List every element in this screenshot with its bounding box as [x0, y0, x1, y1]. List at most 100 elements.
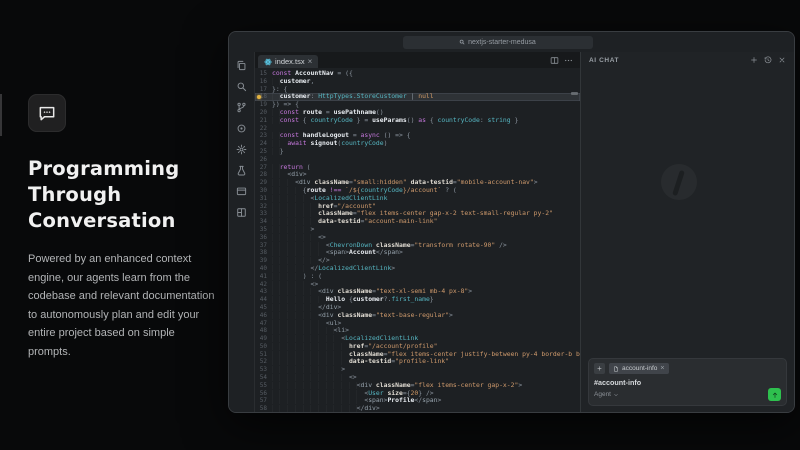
code-line: 44 Hello {customer?.first_name}	[255, 296, 580, 304]
chat-title: AI CHAT	[589, 57, 619, 64]
code-text: customer: HttpTypes.StoreCustomer | null	[272, 93, 580, 101]
chat-footer-row: Agent	[594, 388, 781, 401]
chat-input-text[interactable]: #account-info	[594, 378, 781, 387]
code-text: const { countryCode } = useParams() as {…	[272, 117, 580, 125]
code-line: 48 <li>	[255, 327, 580, 335]
chevron-down-icon	[613, 392, 619, 398]
line-number: 58	[255, 405, 272, 412]
code-line: 35 >	[255, 226, 580, 234]
code-text: return (	[272, 164, 580, 172]
tab-index-tsx[interactable]: index.tsx ×	[258, 55, 318, 68]
code-line: 51 className="flex items-center justify-…	[255, 351, 580, 359]
code-editor[interactable]: 15const AccountNav = ({16 customer,17}: …	[255, 68, 580, 412]
code-line: 25 }	[255, 148, 580, 156]
line-number: 37	[255, 242, 272, 250]
new-chat-button[interactable]	[750, 56, 758, 64]
code-line: 45 </div>	[255, 304, 580, 312]
line-number: 50	[255, 343, 272, 351]
tab-close-icon[interactable]: ×	[308, 57, 313, 66]
line-number: 18	[255, 93, 272, 101]
code-text: await signout(countryCode)	[272, 140, 580, 148]
line-number: 23	[255, 132, 272, 140]
code-line: 32 href="/account"	[255, 203, 580, 211]
add-context-button[interactable]: +	[594, 363, 605, 374]
code-text: <span>Account</span>	[272, 249, 580, 257]
code-line: 56 <User size={20} />	[255, 390, 580, 398]
code-line: 30 {route !== `/${countryCode}/account` …	[255, 187, 580, 195]
settings-icon[interactable]	[235, 143, 248, 156]
line-number: 56	[255, 390, 272, 398]
code-text: <div>	[272, 171, 580, 179]
line-number: 22	[255, 125, 272, 133]
line-number: 53	[255, 366, 272, 374]
code-line: 38 <span>Account</span>	[255, 249, 580, 257]
line-number: 54	[255, 374, 272, 382]
close-chat-button[interactable]	[778, 56, 786, 64]
line-number: 39	[255, 257, 272, 265]
code-text: <li>	[272, 327, 580, 335]
code-line: 28 <div>	[255, 171, 580, 179]
code-text: className="flex items-center justify-bet…	[272, 351, 580, 359]
code-text: <>	[272, 374, 580, 382]
chat-actions	[750, 56, 786, 64]
line-number: 30	[255, 187, 272, 195]
line-number: 26	[255, 156, 272, 164]
code-line: 58 </div>	[255, 405, 580, 412]
activity-bar	[229, 52, 254, 412]
code-line: 42 <>	[255, 281, 580, 289]
line-number: 41	[255, 273, 272, 281]
code-text: className="flex items-center gap-x-2 tex…	[272, 210, 580, 218]
project-search-bar[interactable]: nextjs-starter-medusa	[403, 36, 593, 49]
window-titlebar: nextjs-starter-medusa	[229, 32, 794, 52]
line-number: 55	[255, 382, 272, 390]
code-line: 50 href="/account/profile"	[255, 343, 580, 351]
preview-icon[interactable]	[235, 185, 248, 198]
chat-header: AI CHAT	[581, 52, 794, 68]
send-button[interactable]	[768, 388, 781, 401]
split-editor-button[interactable]	[550, 56, 559, 65]
chat-history-button[interactable]	[764, 56, 772, 64]
code-text: }) => {	[272, 101, 580, 109]
code-line: 39 </>	[255, 257, 580, 265]
code-text: <span>Profile</span>	[272, 397, 580, 405]
code-text: <>	[272, 234, 580, 242]
editor-window: nextjs-starter-medusa index.tsx × 15cons…	[228, 31, 795, 413]
code-text: <LocalizedClientLink	[272, 335, 580, 343]
editor-scrollbar[interactable]	[571, 92, 578, 95]
code-text: }	[272, 148, 580, 156]
ai-chat-panel: AI CHAT + account-info × #account-info	[580, 52, 794, 412]
code-text: const route = usePathname()	[272, 109, 580, 117]
code-line: 53 >	[255, 366, 580, 374]
code-text: <>	[272, 281, 580, 289]
agent-mode-dropdown[interactable]: Agent	[594, 391, 619, 398]
git-branch-icon[interactable]	[235, 101, 248, 114]
code-text: <LocalizedClientLink	[272, 195, 580, 203]
chip-label: account-info	[622, 365, 657, 372]
layout-icon[interactable]	[235, 206, 248, 219]
code-line: 43 <div className="text-xl-semi mb-4 px-…	[255, 288, 580, 296]
flask-icon[interactable]	[235, 164, 248, 177]
chip-close-icon[interactable]: ×	[660, 365, 664, 372]
line-number: 34	[255, 218, 272, 226]
line-number: 31	[255, 195, 272, 203]
marketing-panel: Programming Through Conversation Powered…	[28, 94, 220, 372]
more-options-button[interactable]	[564, 56, 573, 65]
code-text	[272, 125, 580, 133]
search-icon[interactable]	[235, 80, 248, 93]
code-text: <div className="small:hidden" data-testi…	[272, 179, 580, 187]
tab-actions	[550, 52, 580, 68]
line-number: 28	[255, 171, 272, 179]
code-text: href="/account"	[272, 203, 580, 211]
context-chip-account-info[interactable]: account-info ×	[609, 363, 669, 374]
debug-icon[interactable]	[235, 122, 248, 135]
files-icon[interactable]	[235, 59, 248, 72]
code-line: 57 <span>Profile</span>	[255, 397, 580, 405]
code-text: href="/account/profile"	[272, 343, 580, 351]
line-number: 38	[255, 249, 272, 257]
code-line: 37 <ChevronDown className="transform rot…	[255, 242, 580, 250]
tab-bar: index.tsx ×	[255, 52, 580, 68]
line-number: 40	[255, 265, 272, 273]
chat-input-card[interactable]: + account-info × #account-info Agent	[588, 358, 787, 406]
code-line: 19}) => {	[255, 101, 580, 109]
lightbulb-icon[interactable]	[257, 95, 261, 99]
